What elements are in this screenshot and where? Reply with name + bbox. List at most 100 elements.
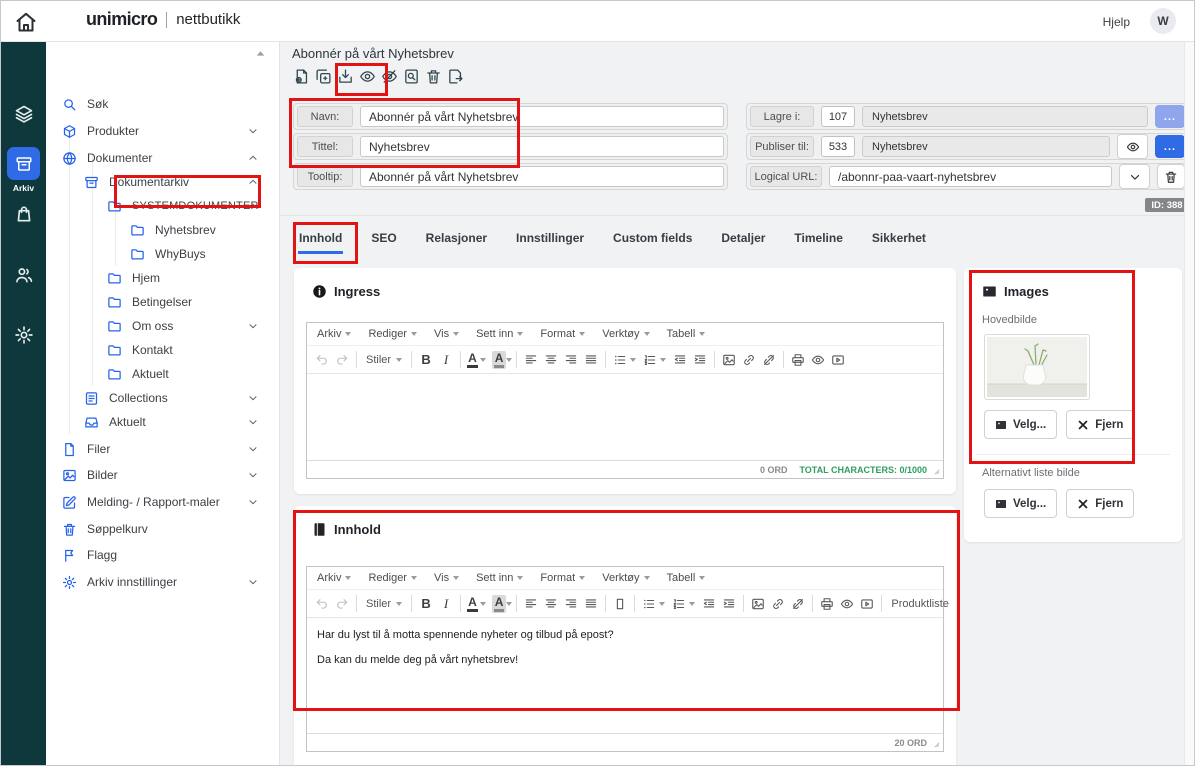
resize-handle-icon[interactable] [932,467,940,475]
caret-down-icon[interactable] [689,602,695,606]
sidebar-item-aktuelt-folder[interactable]: Aktuelt [46,362,279,386]
chevron-down-icon[interactable] [247,392,259,404]
insert-media-button[interactable] [828,349,848,371]
insert-image-button[interactable] [748,593,768,615]
align-left-button[interactable] [521,349,541,371]
menu-sett-inn[interactable]: Sett inn [476,328,523,340]
numbered-list-button[interactable] [669,593,689,615]
url-delete-button[interactable] [1157,164,1185,189]
search-document-button[interactable] [401,65,421,88]
align-right-button[interactable] [561,593,581,615]
tab-relasjoner[interactable]: Relasjoner [425,227,488,254]
chevron-down-icon[interactable] [247,443,259,455]
menu-rediger[interactable]: Rediger [368,328,417,340]
collapse-panel-icon[interactable] [254,47,267,60]
redo-button[interactable] [332,593,352,615]
hovedbilde-thumbnail[interactable] [984,334,1090,400]
menu-rediger[interactable]: Rediger [368,572,417,584]
insert-link-button[interactable] [739,349,759,371]
rail-item-settings[interactable] [1,325,46,345]
preview-button[interactable] [837,593,857,615]
menu-sett-inn[interactable]: Sett inn [476,572,523,584]
resize-handle-icon[interactable] [932,740,940,748]
background-color-button[interactable]: A [492,351,507,369]
menu-vis[interactable]: Vis [434,328,459,340]
innhold-content-area[interactable]: Har du lyst til å motta spennende nyhete… [307,618,943,733]
rail-item-archive-active[interactable] [7,147,40,180]
fjern-hovedbilde-button[interactable]: Fjern [1066,410,1134,439]
undo-button[interactable] [312,349,332,371]
text-color-button[interactable]: A [465,595,480,613]
caret-down-icon[interactable] [480,358,486,362]
download-button[interactable] [335,65,355,88]
print-button[interactable] [788,349,808,371]
preview-button[interactable] [357,65,377,88]
sidebar-item-sok[interactable]: Søk [46,92,279,116]
publiser-preview-button[interactable] [1117,134,1148,159]
indent-button[interactable] [690,349,710,371]
caret-down-icon[interactable] [480,602,486,606]
sidebar-item-produkter[interactable]: Produkter [46,119,279,143]
styles-dropdown[interactable]: Stiler [361,354,407,366]
menu-verktoy[interactable]: Verktøy [602,572,649,584]
italic-button[interactable]: I [436,349,456,371]
tittel-input[interactable] [360,136,724,157]
align-center-button[interactable] [541,349,561,371]
lagre-i-browse-button[interactable]: ... [1155,105,1185,128]
sidebar-item-dokumenter[interactable]: Dokumenter [46,146,279,170]
numbered-list-button[interactable] [640,349,660,371]
sidebar-item-dokumentarkiv[interactable]: Dokumentarkiv [46,170,279,194]
rail-item-products[interactable] [1,104,46,124]
preview-button[interactable] [808,349,828,371]
tab-timeline[interactable]: Timeline [793,227,843,254]
unpublish-button[interactable] [379,65,399,88]
tab-innhold[interactable]: Innhold [298,227,343,254]
produktliste-button[interactable]: Produktliste [886,598,953,610]
redo-button[interactable] [332,349,352,371]
remove-link-button[interactable] [759,349,779,371]
tooltip-input[interactable] [360,166,724,187]
export-document-button[interactable] [445,65,465,88]
insert-link-button[interactable] [768,593,788,615]
insert-media-button[interactable] [857,593,877,615]
fjern-alternativt-button[interactable]: Fjern [1066,489,1134,518]
menu-tabell[interactable]: Tabell [667,328,706,340]
chevron-up-icon[interactable] [247,152,259,164]
chevron-up-icon[interactable] [247,176,259,188]
caret-down-icon[interactable] [660,358,666,362]
text-color-button[interactable]: A [465,351,480,369]
menu-arkiv[interactable]: Arkiv [317,572,351,584]
menu-format[interactable]: Format [540,572,585,584]
bullet-list-button[interactable] [610,349,630,371]
chevron-down-icon[interactable] [247,416,259,428]
background-color-button[interactable]: A [492,595,507,613]
indent-button[interactable] [719,593,739,615]
bold-button[interactable]: B [416,593,436,615]
justify-button[interactable] [581,349,601,371]
menu-format[interactable]: Format [540,328,585,340]
chevron-down-icon[interactable] [247,496,259,508]
sidebar-item-aktuelt[interactable]: Aktuelt [46,410,279,434]
align-right-button[interactable] [561,349,581,371]
tab-seo[interactable]: SEO [370,227,397,254]
user-avatar[interactable]: W [1150,8,1176,34]
sidebar-item-flagg[interactable]: Flagg [46,543,279,567]
duplicate-document-button[interactable] [313,65,333,88]
sidebar-item-betingelser[interactable]: Betingelser [46,290,279,314]
sidebar-item-bilder[interactable]: Bilder [46,463,279,487]
ingress-content-area[interactable] [307,374,943,460]
tab-custom-fields[interactable]: Custom fields [612,227,693,254]
chevron-down-icon[interactable] [247,320,259,332]
insert-image-button[interactable] [719,349,739,371]
remove-link-button[interactable] [788,593,808,615]
bold-button[interactable]: B [416,349,436,371]
delete-document-button[interactable] [423,65,443,88]
url-dropdown-button[interactable] [1119,164,1150,189]
home-button[interactable] [14,10,38,34]
tab-innstillinger[interactable]: Innstillinger [515,227,585,254]
caret-down-icon[interactable] [506,602,512,606]
menu-verktoy[interactable]: Verktøy [602,328,649,340]
align-left-button[interactable] [521,593,541,615]
sidebar-item-filer[interactable]: Filer [46,437,279,461]
sidebar-item-kontakt[interactable]: Kontakt [46,338,279,362]
